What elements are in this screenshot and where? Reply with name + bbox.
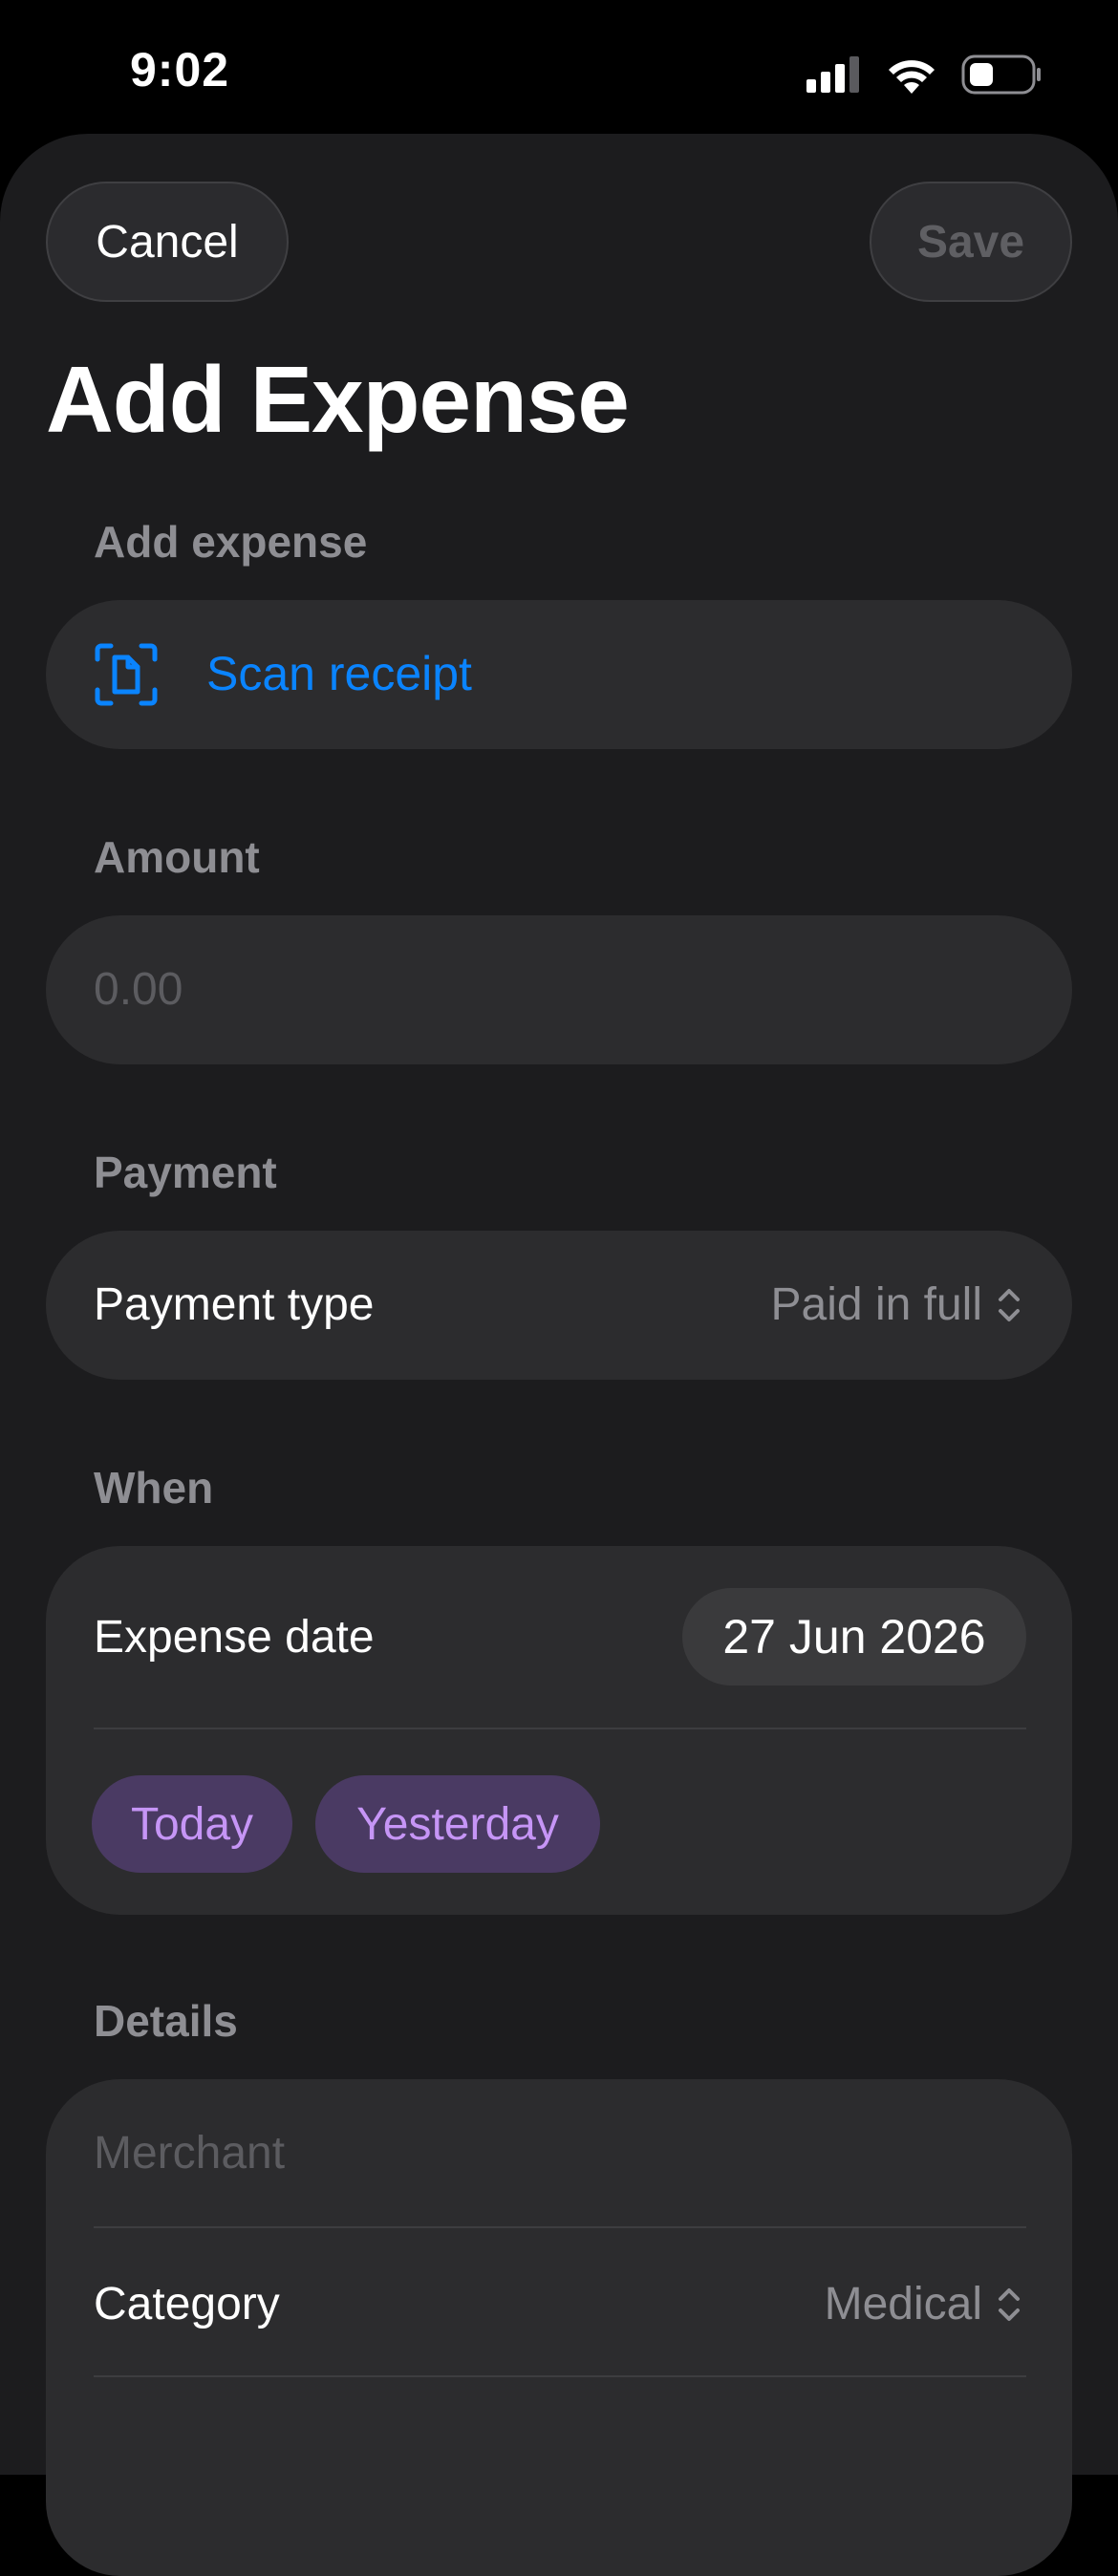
- amount-field[interactable]: 0.00: [46, 915, 1072, 1064]
- category-value: Medical: [824, 2279, 982, 2329]
- cellular-signal-icon: [806, 56, 859, 93]
- cancel-button[interactable]: Cancel: [46, 182, 289, 302]
- wifi-icon: [889, 60, 935, 94]
- expense-date-picker[interactable]: 27 Jun 2026: [682, 1588, 1026, 1685]
- battery-icon: [961, 54, 1041, 95]
- document-scan-icon: [95, 643, 158, 706]
- divider: [94, 2375, 1026, 2377]
- chevron-up-down-icon: [999, 1288, 1020, 1321]
- merchant-field[interactable]: Merchant: [94, 2127, 285, 2179]
- today-chip[interactable]: Today: [92, 1775, 292, 1873]
- section-label-payment: Payment: [94, 1148, 277, 1197]
- category-picker[interactable]: Medical: [825, 2278, 1022, 2330]
- status-icons: [806, 54, 1042, 96]
- section-label-add-expense: Add expense: [94, 517, 368, 567]
- status-bar: 9:02: [0, 0, 1118, 134]
- expense-date-label: Expense date: [94, 1612, 375, 1663]
- payment-type-value: Paid in full: [770, 1279, 982, 1330]
- section-label-amount: Amount: [94, 832, 260, 882]
- divider: [94, 1728, 1026, 1729]
- chevron-up-down-icon: [999, 2287, 1020, 2321]
- details-card: Merchant Category Medical: [46, 2079, 1072, 2576]
- payment-type-row[interactable]: Payment type Paid in full: [46, 1231, 1072, 1380]
- page-title: Add Expense: [46, 347, 630, 452]
- status-time: 9:02: [130, 43, 230, 97]
- add-expense-sheet: Cancel Save Add Expense Add expense Scan…: [0, 134, 1118, 2576]
- payment-type-label: Payment type: [94, 1279, 375, 1330]
- amount-placeholder: 0.00: [94, 964, 183, 1015]
- when-card: Expense date 27 Jun 2026 Today Yesterday: [46, 1546, 1072, 1915]
- yesterday-chip[interactable]: Yesterday: [315, 1775, 600, 1873]
- divider: [94, 2226, 1026, 2228]
- scan-receipt-label: Scan receipt: [206, 647, 472, 700]
- section-label-when: When: [94, 1463, 214, 1513]
- category-label: Category: [94, 2279, 280, 2329]
- scan-receipt-button[interactable]: Scan receipt: [46, 600, 1072, 749]
- save-button[interactable]: Save: [870, 182, 1072, 302]
- payment-type-picker[interactable]: Paid in full: [771, 1278, 1022, 1331]
- section-label-details: Details: [94, 1996, 238, 2046]
